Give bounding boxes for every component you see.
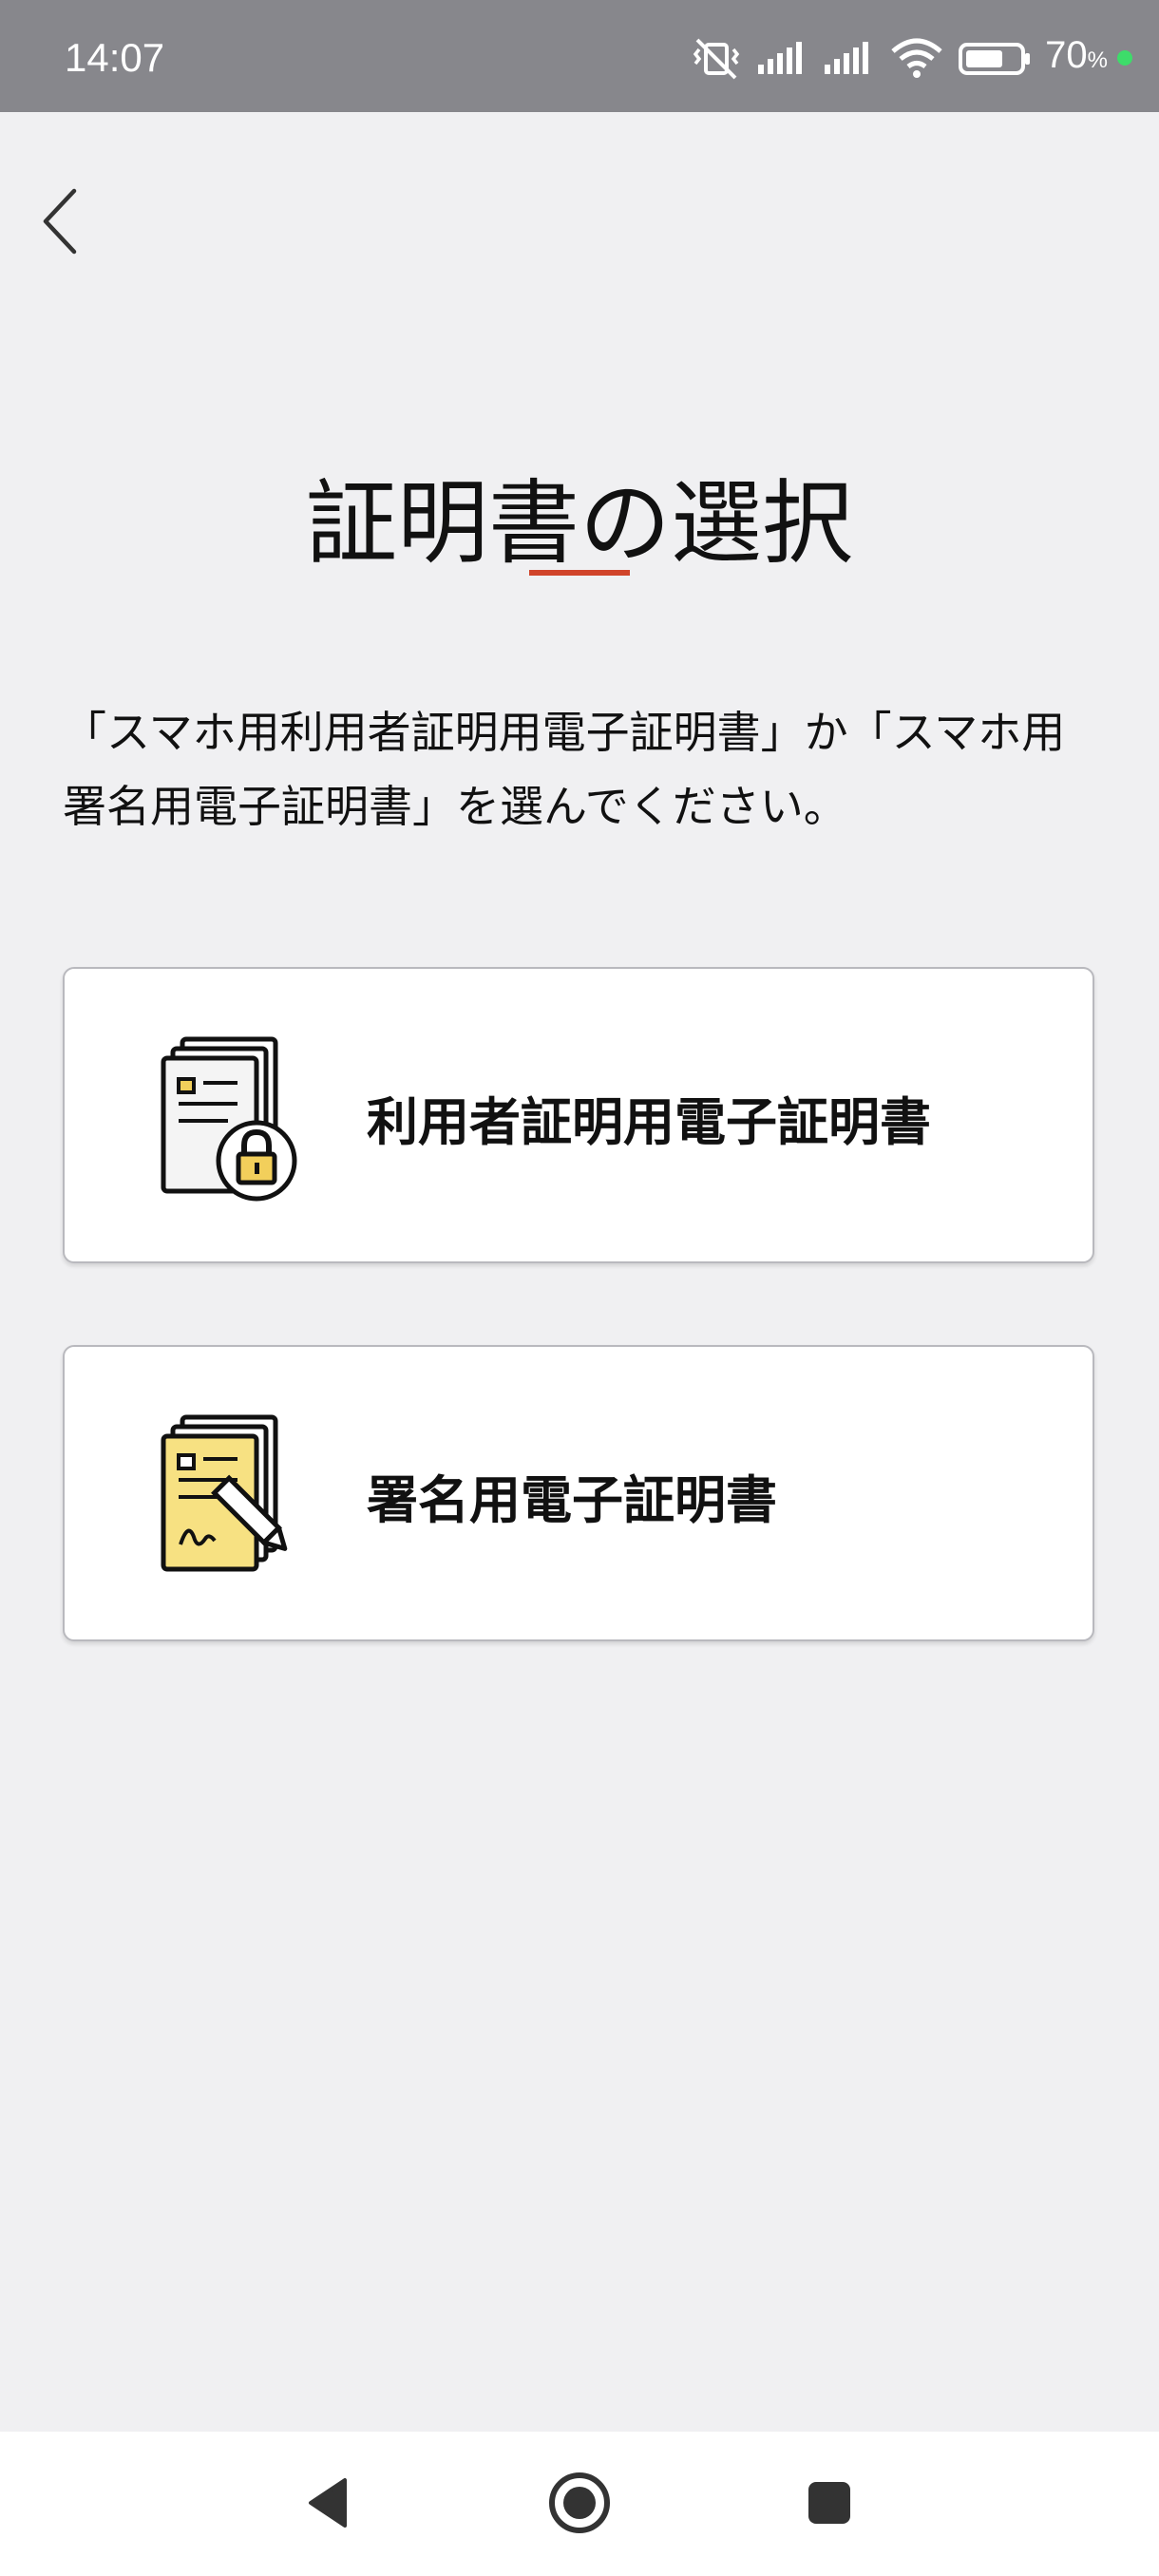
- page-title: 証明書の選択: [306, 470, 853, 578]
- option-label: 署名用電子証明書: [367, 1469, 777, 1530]
- signature-certificate-option[interactable]: 署名用電子証明書: [63, 1345, 1094, 1641]
- document-lock-icon: [161, 1036, 297, 1202]
- option-label: 利用者証明用電子証明書: [367, 1091, 931, 1152]
- status-time: 14:07: [65, 35, 165, 80]
- title-underline: [529, 570, 630, 576]
- nav-recents-button[interactable]: [787, 2460, 872, 2546]
- document-signature-icon: [161, 1414, 288, 1572]
- signal-icon: [825, 42, 869, 74]
- navigation-bar: [0, 2432, 1159, 2576]
- home-circle-icon: [549, 2472, 610, 2533]
- instruction-text: 「スマホ用利用者証明用電子証明書」か「スマホ用署名用電子証明書」を選んでください…: [63, 707, 1066, 832]
- battery-icon: [959, 43, 1031, 75]
- status-icons: 70%: [690, 34, 1132, 80]
- battery-percent: 70%: [1045, 34, 1108, 76]
- back-triangle-icon: [309, 2478, 347, 2528]
- vibrate-off-icon: [693, 38, 740, 80]
- charge-indicator-dot: [1117, 50, 1132, 66]
- nav-back-button[interactable]: [287, 2460, 372, 2546]
- wifi-icon: [891, 38, 942, 78]
- signal-icon: [758, 42, 803, 74]
- nav-home-button[interactable]: [537, 2460, 622, 2546]
- back-button[interactable]: [28, 179, 89, 264]
- chevron-left-icon: [43, 188, 77, 255]
- status-bar: 14:07 70%: [0, 0, 1159, 112]
- user-certificate-option[interactable]: 利用者証明用電子証明書: [63, 967, 1094, 1263]
- recents-square-icon: [808, 2482, 850, 2524]
